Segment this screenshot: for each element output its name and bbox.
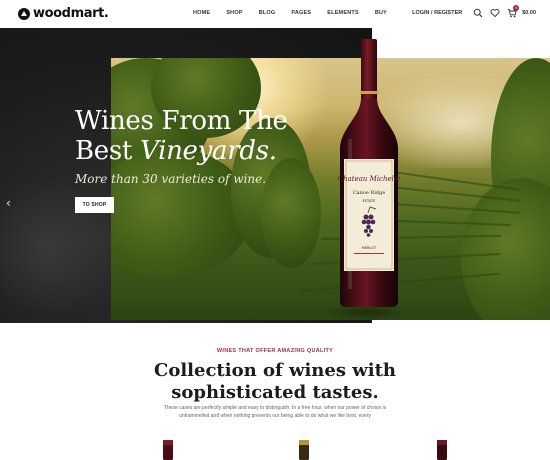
logo-icon bbox=[18, 7, 30, 20]
heart-icon[interactable] bbox=[490, 8, 500, 18]
headline-line2-plain: Best bbox=[75, 136, 141, 166]
nav-item-buy[interactable]: BUY bbox=[375, 10, 387, 16]
section-text-line1: These cases are perfectly simple and eas… bbox=[163, 405, 387, 411]
nav-item-home[interactable]: HOME bbox=[193, 10, 210, 16]
tree bbox=[111, 148, 251, 278]
section-description: These cases are perfectly simple and eas… bbox=[150, 404, 400, 420]
login-register-link[interactable]: LOGIN / REGISTER bbox=[412, 10, 462, 16]
headline-line2-italic: Vineyards. bbox=[140, 136, 277, 166]
section-title-line1: Collection of wines with bbox=[154, 360, 396, 381]
bottle-label-sub: Canoe Ridge bbox=[353, 190, 385, 196]
cart-button[interactable]: 0 $0.00 bbox=[507, 5, 536, 18]
section-title: Collection of wines with sophisticated t… bbox=[0, 360, 550, 404]
header-actions: LOGIN / REGISTER 0 $0.00 bbox=[412, 5, 536, 18]
product-bottle-thumbnail[interactable] bbox=[160, 440, 176, 460]
hero-headline: Wines From The Best Vineyards. bbox=[75, 106, 288, 166]
bottle-label-variety: MERLOT bbox=[362, 246, 377, 250]
nav-item-shop[interactable]: SHOP bbox=[226, 10, 242, 16]
product-bottle-thumbnail[interactable] bbox=[296, 440, 312, 460]
main-nav: HOME SHOP BLOG PAGES ELEMENTS BUY bbox=[193, 10, 387, 16]
bottle-label-estate: ESTATE bbox=[363, 199, 376, 203]
wine-bottle-image: Chateau Michelle Canoe Ridge ESTATE MERL… bbox=[338, 39, 401, 307]
tree bbox=[261, 158, 321, 268]
section-kicker: WINES THAT OFFER AMAZING QUALITY bbox=[216, 348, 334, 354]
product-bottle-thumbnail[interactable] bbox=[434, 440, 450, 460]
nav-item-blog[interactable]: BLOG bbox=[259, 10, 276, 16]
nav-item-pages[interactable]: PAGES bbox=[291, 10, 311, 16]
search-icon[interactable] bbox=[473, 8, 483, 18]
cart-count-badge: 0 bbox=[513, 5, 520, 11]
bottle-label-brand: Chateau Michelle bbox=[338, 175, 401, 183]
chevron-left-icon[interactable]: ‹ bbox=[6, 196, 16, 210]
cart-total: $0.00 bbox=[522, 10, 536, 16]
section-text-line2: untrammelled and when nothing prevents o… bbox=[179, 413, 371, 419]
hero-slider: ‹ Wines From The Best Vineyards. More th… bbox=[0, 28, 550, 323]
section-title-line2: sophisticated tastes. bbox=[171, 382, 379, 403]
nav-item-elements[interactable]: ELEMENTS bbox=[327, 10, 359, 16]
logo-text: woodmart. bbox=[33, 6, 109, 21]
site-header: woodmart. HOME SHOP BLOG PAGES ELEMENTS … bbox=[0, 0, 550, 28]
headline-line1: Wines From The bbox=[75, 106, 288, 136]
logo[interactable]: woodmart. bbox=[18, 6, 109, 21]
vineyard-image bbox=[111, 58, 550, 320]
to-shop-button[interactable]: TO SHOP bbox=[75, 197, 114, 213]
hero-subline: More than 30 varieties of wine. bbox=[75, 172, 267, 186]
